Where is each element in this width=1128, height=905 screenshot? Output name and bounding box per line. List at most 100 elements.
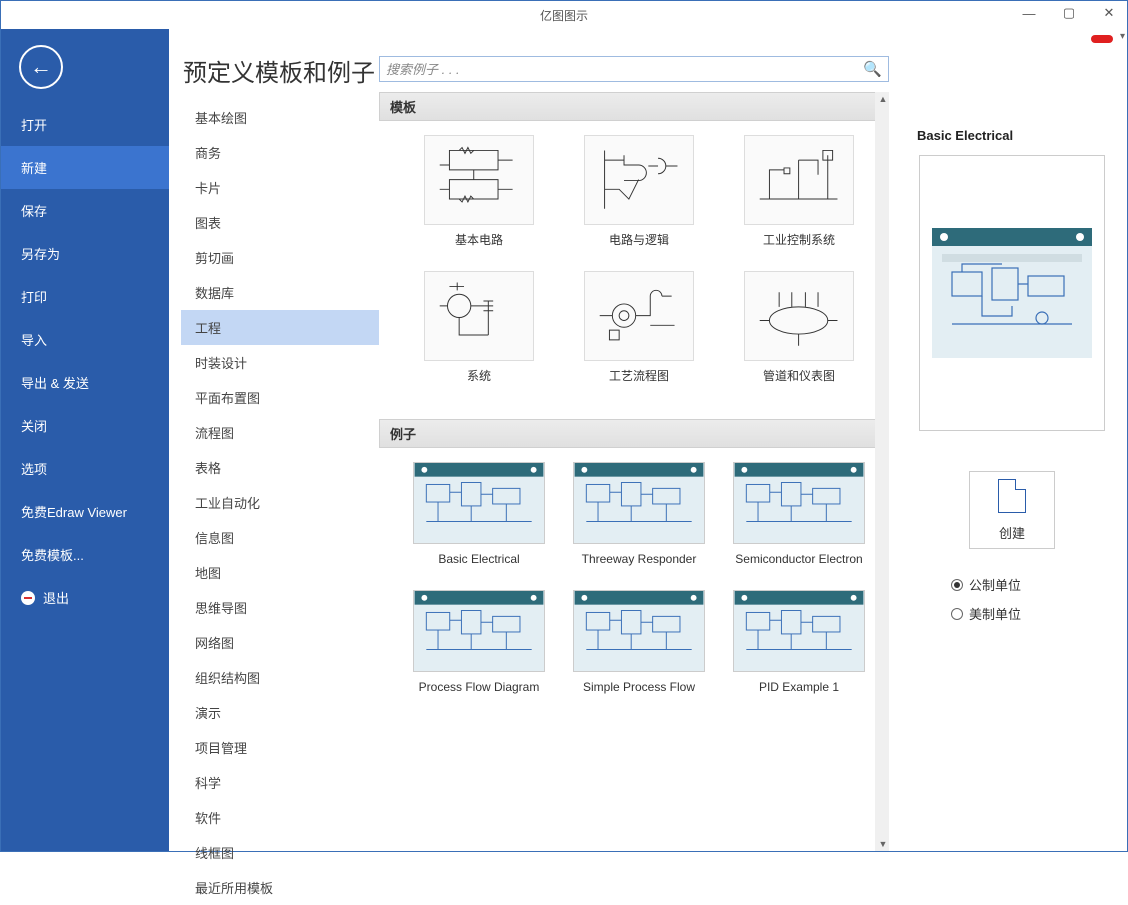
- category-list: 基本绘图商务卡片图表剪切画数据库工程时装设计平面布置图流程图表格工业自动化信息图…: [181, 94, 379, 851]
- template-tile[interactable]: 工业控制系统: [729, 135, 869, 263]
- example-tile[interactable]: Simple Process Flow: [569, 590, 709, 710]
- example-tile[interactable]: PID Example 1: [729, 590, 869, 710]
- category-item[interactable]: 时装设计: [181, 345, 379, 380]
- selected-template-title: Basic Electrical: [915, 128, 1013, 143]
- category-item[interactable]: 软件: [181, 800, 379, 835]
- example-tile[interactable]: Basic Electrical: [409, 462, 549, 582]
- user-indicator[interactable]: [1091, 35, 1113, 43]
- close-button[interactable]: ✕: [1095, 3, 1123, 23]
- scrollbar[interactable]: ▲ ▼: [875, 92, 891, 851]
- template-thumb: [744, 271, 854, 361]
- sidebar-item[interactable]: 另存为: [1, 232, 169, 275]
- example-tile[interactable]: Threeway Responder: [569, 462, 709, 582]
- template-label: 工业控制系统: [763, 233, 835, 263]
- sidebar-item-label: 另存为: [21, 244, 60, 263]
- sidebar-item-label: 免费模板...: [21, 545, 84, 564]
- preview-box: [919, 155, 1105, 431]
- sidebar-item-label: 退出: [43, 588, 69, 607]
- preview-thumbnail: [932, 228, 1092, 358]
- example-tile[interactable]: Semiconductor Electron: [729, 462, 869, 582]
- example-label: Semiconductor Electron: [735, 552, 862, 582]
- category-item[interactable]: 网络图: [181, 625, 379, 660]
- category-item[interactable]: 项目管理: [181, 730, 379, 765]
- sidebar-item[interactable]: 打开: [1, 103, 169, 146]
- metric-radio[interactable]: 公制单位: [951, 575, 1021, 594]
- imperial-radio[interactable]: 美制单位: [951, 604, 1021, 623]
- sidebar-item[interactable]: 免费模板...: [1, 533, 169, 576]
- sidebar-item-label: 新建: [21, 158, 47, 177]
- window-controls: — ▢ ✕: [1015, 3, 1123, 23]
- sidebar-item[interactable]: 关闭: [1, 404, 169, 447]
- category-item[interactable]: 信息图: [181, 520, 379, 555]
- exit-icon: [21, 591, 35, 605]
- back-button[interactable]: ←: [19, 45, 63, 89]
- sidebar-item[interactable]: 免费Edraw Viewer: [1, 490, 169, 533]
- minimize-button[interactable]: —: [1015, 3, 1043, 23]
- sidebar-item[interactable]: 保存: [1, 189, 169, 232]
- sidebar-item[interactable]: 选项: [1, 447, 169, 490]
- category-item[interactable]: 表格: [181, 450, 379, 485]
- sidebar-item-label: 打开: [21, 115, 47, 134]
- example-label: Simple Process Flow: [583, 680, 695, 710]
- scroll-up-icon[interactable]: ▲: [879, 94, 888, 104]
- category-item[interactable]: 剪切画: [181, 240, 379, 275]
- example-thumb: [413, 590, 545, 672]
- template-label: 基本电路: [455, 233, 503, 263]
- category-item[interactable]: 卡片: [181, 170, 379, 205]
- example-thumb: [573, 462, 705, 544]
- template-thumb: [744, 135, 854, 225]
- sidebar-item-label: 免费Edraw Viewer: [21, 502, 127, 521]
- example-thumb: [733, 590, 865, 672]
- category-item[interactable]: 数据库: [181, 275, 379, 310]
- category-item[interactable]: 工业自动化: [181, 485, 379, 520]
- title-bar: 亿图图示 — ▢ ✕: [1, 1, 1127, 29]
- category-item[interactable]: 线框图: [181, 835, 379, 870]
- example-thumb: [413, 462, 545, 544]
- sidebar-item[interactable]: 退出: [1, 576, 169, 619]
- maximize-button[interactable]: ▢: [1055, 3, 1083, 23]
- sidebar-item[interactable]: 新建: [1, 146, 169, 189]
- sidebar-item-label: 导出 & 发送: [21, 373, 89, 392]
- search-icon[interactable]: 🔍: [863, 60, 882, 78]
- templates-section-header: 模板: [379, 92, 889, 121]
- metric-label: 公制单位: [969, 575, 1021, 594]
- category-item[interactable]: 平面布置图: [181, 380, 379, 415]
- example-label: Basic Electrical: [438, 552, 519, 582]
- create-button[interactable]: 创建: [969, 471, 1055, 549]
- template-tile[interactable]: 基本电路: [409, 135, 549, 263]
- category-item[interactable]: 组织结构图: [181, 660, 379, 695]
- sidebar-item-label: 选项: [21, 459, 47, 478]
- sidebar-item[interactable]: 导入: [1, 318, 169, 361]
- back-arrow-icon: ←: [30, 54, 52, 80]
- search-box[interactable]: 🔍: [379, 56, 889, 82]
- category-item[interactable]: 图表: [181, 205, 379, 240]
- template-tile[interactable]: 管道和仪表图: [729, 271, 869, 399]
- category-item[interactable]: 演示: [181, 695, 379, 730]
- category-item[interactable]: 流程图: [181, 415, 379, 450]
- category-item[interactable]: 基本绘图: [181, 100, 379, 135]
- document-icon: [998, 479, 1026, 513]
- category-item[interactable]: 最近所用模板: [181, 870, 379, 905]
- imperial-label: 美制单位: [969, 604, 1021, 623]
- example-label: Process Flow Diagram: [419, 680, 540, 710]
- template-tile[interactable]: 系统: [409, 271, 549, 399]
- example-tile[interactable]: Process Flow Diagram: [409, 590, 549, 710]
- template-tile[interactable]: 电路与逻辑: [569, 135, 709, 263]
- template-thumb: [584, 271, 694, 361]
- example-label: PID Example 1: [759, 680, 839, 710]
- radio-icon: [951, 579, 963, 591]
- sidebar-item[interactable]: 打印: [1, 275, 169, 318]
- category-item[interactable]: 地图: [181, 555, 379, 590]
- template-label: 工艺流程图: [609, 369, 669, 399]
- category-item[interactable]: 科学: [181, 765, 379, 800]
- sidebar-item-label: 关闭: [21, 416, 47, 435]
- scroll-down-icon[interactable]: ▼: [879, 839, 888, 849]
- category-item[interactable]: 工程: [181, 310, 379, 345]
- sidebar-item-label: 保存: [21, 201, 47, 220]
- sidebar-item[interactable]: 导出 & 发送: [1, 361, 169, 404]
- template-tile[interactable]: 工艺流程图: [569, 271, 709, 399]
- category-item[interactable]: 思维导图: [181, 590, 379, 625]
- category-item[interactable]: 商务: [181, 135, 379, 170]
- app-title: 亿图图示: [540, 7, 588, 24]
- search-input[interactable]: [386, 62, 863, 77]
